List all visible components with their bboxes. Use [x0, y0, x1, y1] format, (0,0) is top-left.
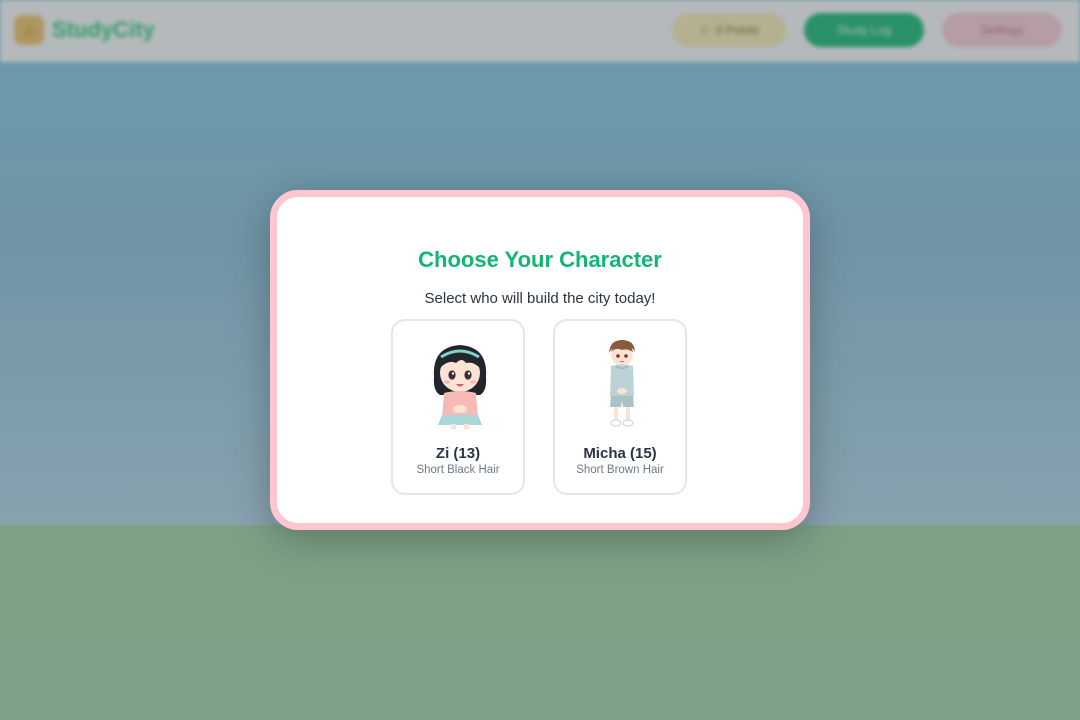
zi-portrait-icon	[433, 345, 487, 429]
character-card-micha[interactable]: Micha (15) Short Brown Hair	[553, 319, 687, 495]
character-name: Zi (13)	[435, 445, 481, 462]
character-description: Short Black Hair	[416, 464, 500, 476]
modal-subtitle: Select who will build the city today!	[424, 290, 656, 307]
character-card-zi[interactable]: Zi (13) Short Black Hair	[391, 319, 525, 495]
character-select-modal: Choose Your Character Select who will bu…	[270, 190, 810, 530]
character-description: Short Brown Hair	[576, 464, 664, 476]
micha-portrait-icon	[609, 340, 635, 427]
character-name: Micha (15)	[583, 445, 657, 462]
modal-title: Choose Your Character	[418, 247, 662, 272]
